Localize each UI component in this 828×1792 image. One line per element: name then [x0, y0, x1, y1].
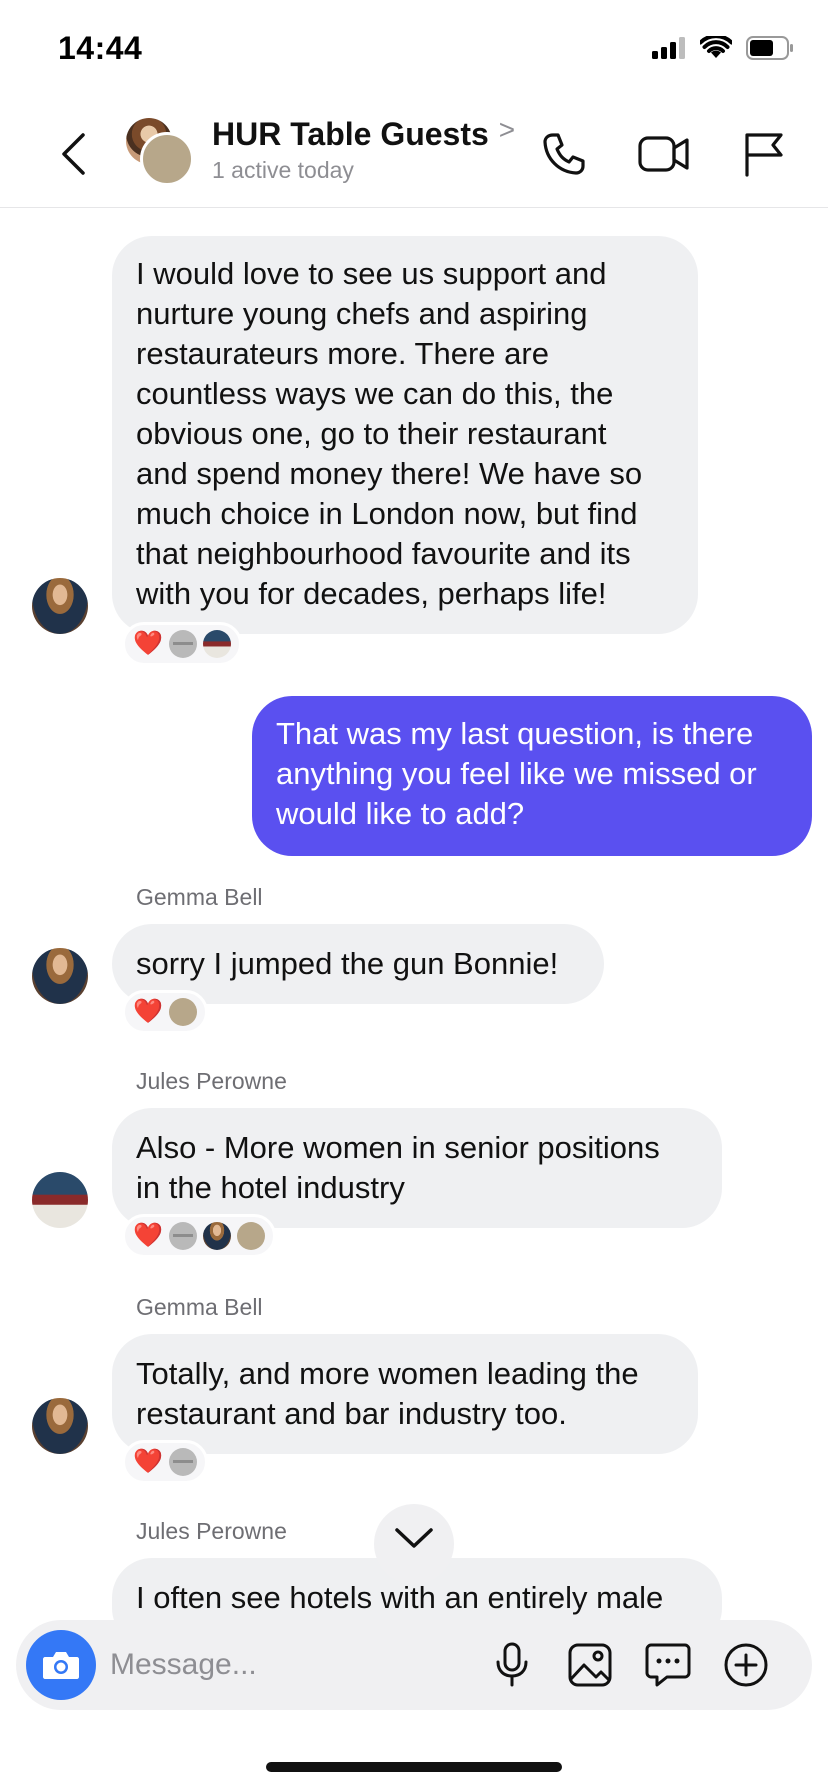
sender-avatar[interactable] — [32, 1172, 88, 1228]
phone-icon — [543, 133, 585, 175]
voice-message-button[interactable] — [484, 1637, 540, 1693]
camera-icon — [43, 1652, 79, 1679]
wifi-icon — [700, 36, 732, 58]
sticker-icon — [645, 1643, 691, 1687]
heart-reaction-icon: ❤️ — [133, 630, 163, 657]
reactions-bar[interactable]: ❤️ — [122, 990, 208, 1034]
reactor-avatar — [169, 1222, 197, 1250]
reactor-avatar — [169, 998, 197, 1026]
reactor-avatar — [169, 1448, 197, 1476]
flag-icon — [745, 133, 783, 177]
reactor-avatar — [237, 1222, 265, 1250]
sticker-button[interactable] — [640, 1637, 696, 1693]
reactions-bar[interactable]: ❤️ — [122, 1214, 276, 1258]
reactor-avatar — [203, 1222, 231, 1250]
chevron-right-icon: > — [498, 114, 516, 145]
message-text-line: Also - More women in senior positions — [136, 1130, 660, 1165]
message-bubble[interactable]: Totally, and more women leading the rest… — [112, 1334, 698, 1454]
sender-avatar[interactable] — [32, 948, 88, 1004]
heart-reaction-icon: ❤️ — [133, 1222, 163, 1249]
conversation-header: HUR Table Guests > 1 active today — [0, 100, 828, 208]
message-bubble[interactable]: I would love to see us support and nurtu… — [112, 236, 698, 634]
sender-name: Jules Perowne — [136, 1068, 287, 1094]
sender-name: Gemma Bell — [136, 884, 263, 910]
video-call-button[interactable] — [636, 126, 692, 182]
home-indicator — [266, 1762, 562, 1772]
message-text-line: in the hotel industry — [136, 1170, 405, 1205]
message-bubble-outgoing[interactable]: That was my last question, is there anyt… — [252, 696, 812, 856]
message-text-line: that neighbourhood favourite and its — [136, 536, 631, 571]
battery-icon — [746, 36, 793, 60]
message-composer — [16, 1620, 812, 1710]
message-text-line: I would love to see us support and — [136, 256, 607, 291]
status-time: 14:44 — [58, 30, 143, 66]
sender-avatar[interactable] — [32, 578, 88, 634]
image-icon — [568, 1643, 612, 1687]
sender-name: Gemma Bell — [136, 1294, 263, 1320]
plus-icon — [724, 1643, 768, 1687]
reactions-bar[interactable]: ❤️ — [122, 1440, 208, 1484]
back-button[interactable] — [48, 126, 98, 182]
message-text-line: with you for decades, perhaps life! — [136, 576, 607, 611]
report-button[interactable] — [736, 126, 792, 182]
conversation-title: HUR Table Guests — [212, 116, 489, 152]
heart-reaction-icon: ❤️ — [133, 998, 163, 1025]
message-text-line: and spend money there! We have so — [136, 456, 643, 491]
group-avatar-member-2 — [140, 132, 194, 186]
message-text-line: I often see hotels with an entirely male — [136, 1580, 664, 1615]
active-status: 1 active today — [212, 157, 354, 183]
reactor-avatar — [203, 630, 231, 658]
message-input[interactable] — [110, 1640, 490, 1690]
message-text-line: Totally, and more women leading the — [136, 1356, 639, 1391]
signal-icon — [652, 37, 685, 59]
sender-name: Jules Perowne — [136, 1518, 287, 1544]
heart-reaction-icon: ❤️ — [133, 1448, 163, 1475]
conversation-title-button[interactable]: HUR Table Guests > 1 active today — [212, 114, 516, 184]
chevron-down-icon — [395, 1528, 433, 1548]
status-bar: 14:44 — [0, 0, 828, 100]
microphone-icon — [496, 1642, 528, 1687]
reactions-bar[interactable]: ❤️ — [122, 622, 242, 666]
message-text-line: nurture young chefs and aspiring — [136, 296, 588, 331]
message-text-line: anything you feel like we missed or — [276, 756, 757, 791]
camera-button[interactable] — [26, 1630, 96, 1700]
gallery-button[interactable] — [562, 1637, 618, 1693]
message-text-line: obvious one, go to their restaurant — [136, 416, 607, 451]
group-avatar[interactable] — [126, 118, 196, 188]
video-icon — [638, 136, 689, 172]
back-icon — [62, 133, 85, 175]
scroll-to-bottom-button[interactable] — [374, 1504, 454, 1584]
sender-avatar[interactable] — [32, 1398, 88, 1454]
status-icons — [652, 36, 794, 60]
message-text-line: sorry I jumped the gun Bonnie! — [136, 946, 559, 981]
message-text-line: restaurateurs more. There are — [136, 336, 549, 371]
more-options-button[interactable] — [718, 1637, 774, 1693]
reactor-avatar — [169, 630, 197, 658]
message-bubble[interactable]: Also - More women in senior positions in… — [112, 1108, 722, 1228]
message-text-line: would like to add? — [276, 796, 525, 831]
message-text-line: countless ways we can do this, the — [136, 376, 614, 411]
message-text-line: restaurant and bar industry too. — [136, 1396, 567, 1431]
message-text-line: much choice in London now, but find — [136, 496, 638, 531]
voice-call-button[interactable] — [536, 126, 592, 182]
message-text-line: That was my last question, is there — [276, 716, 754, 751]
